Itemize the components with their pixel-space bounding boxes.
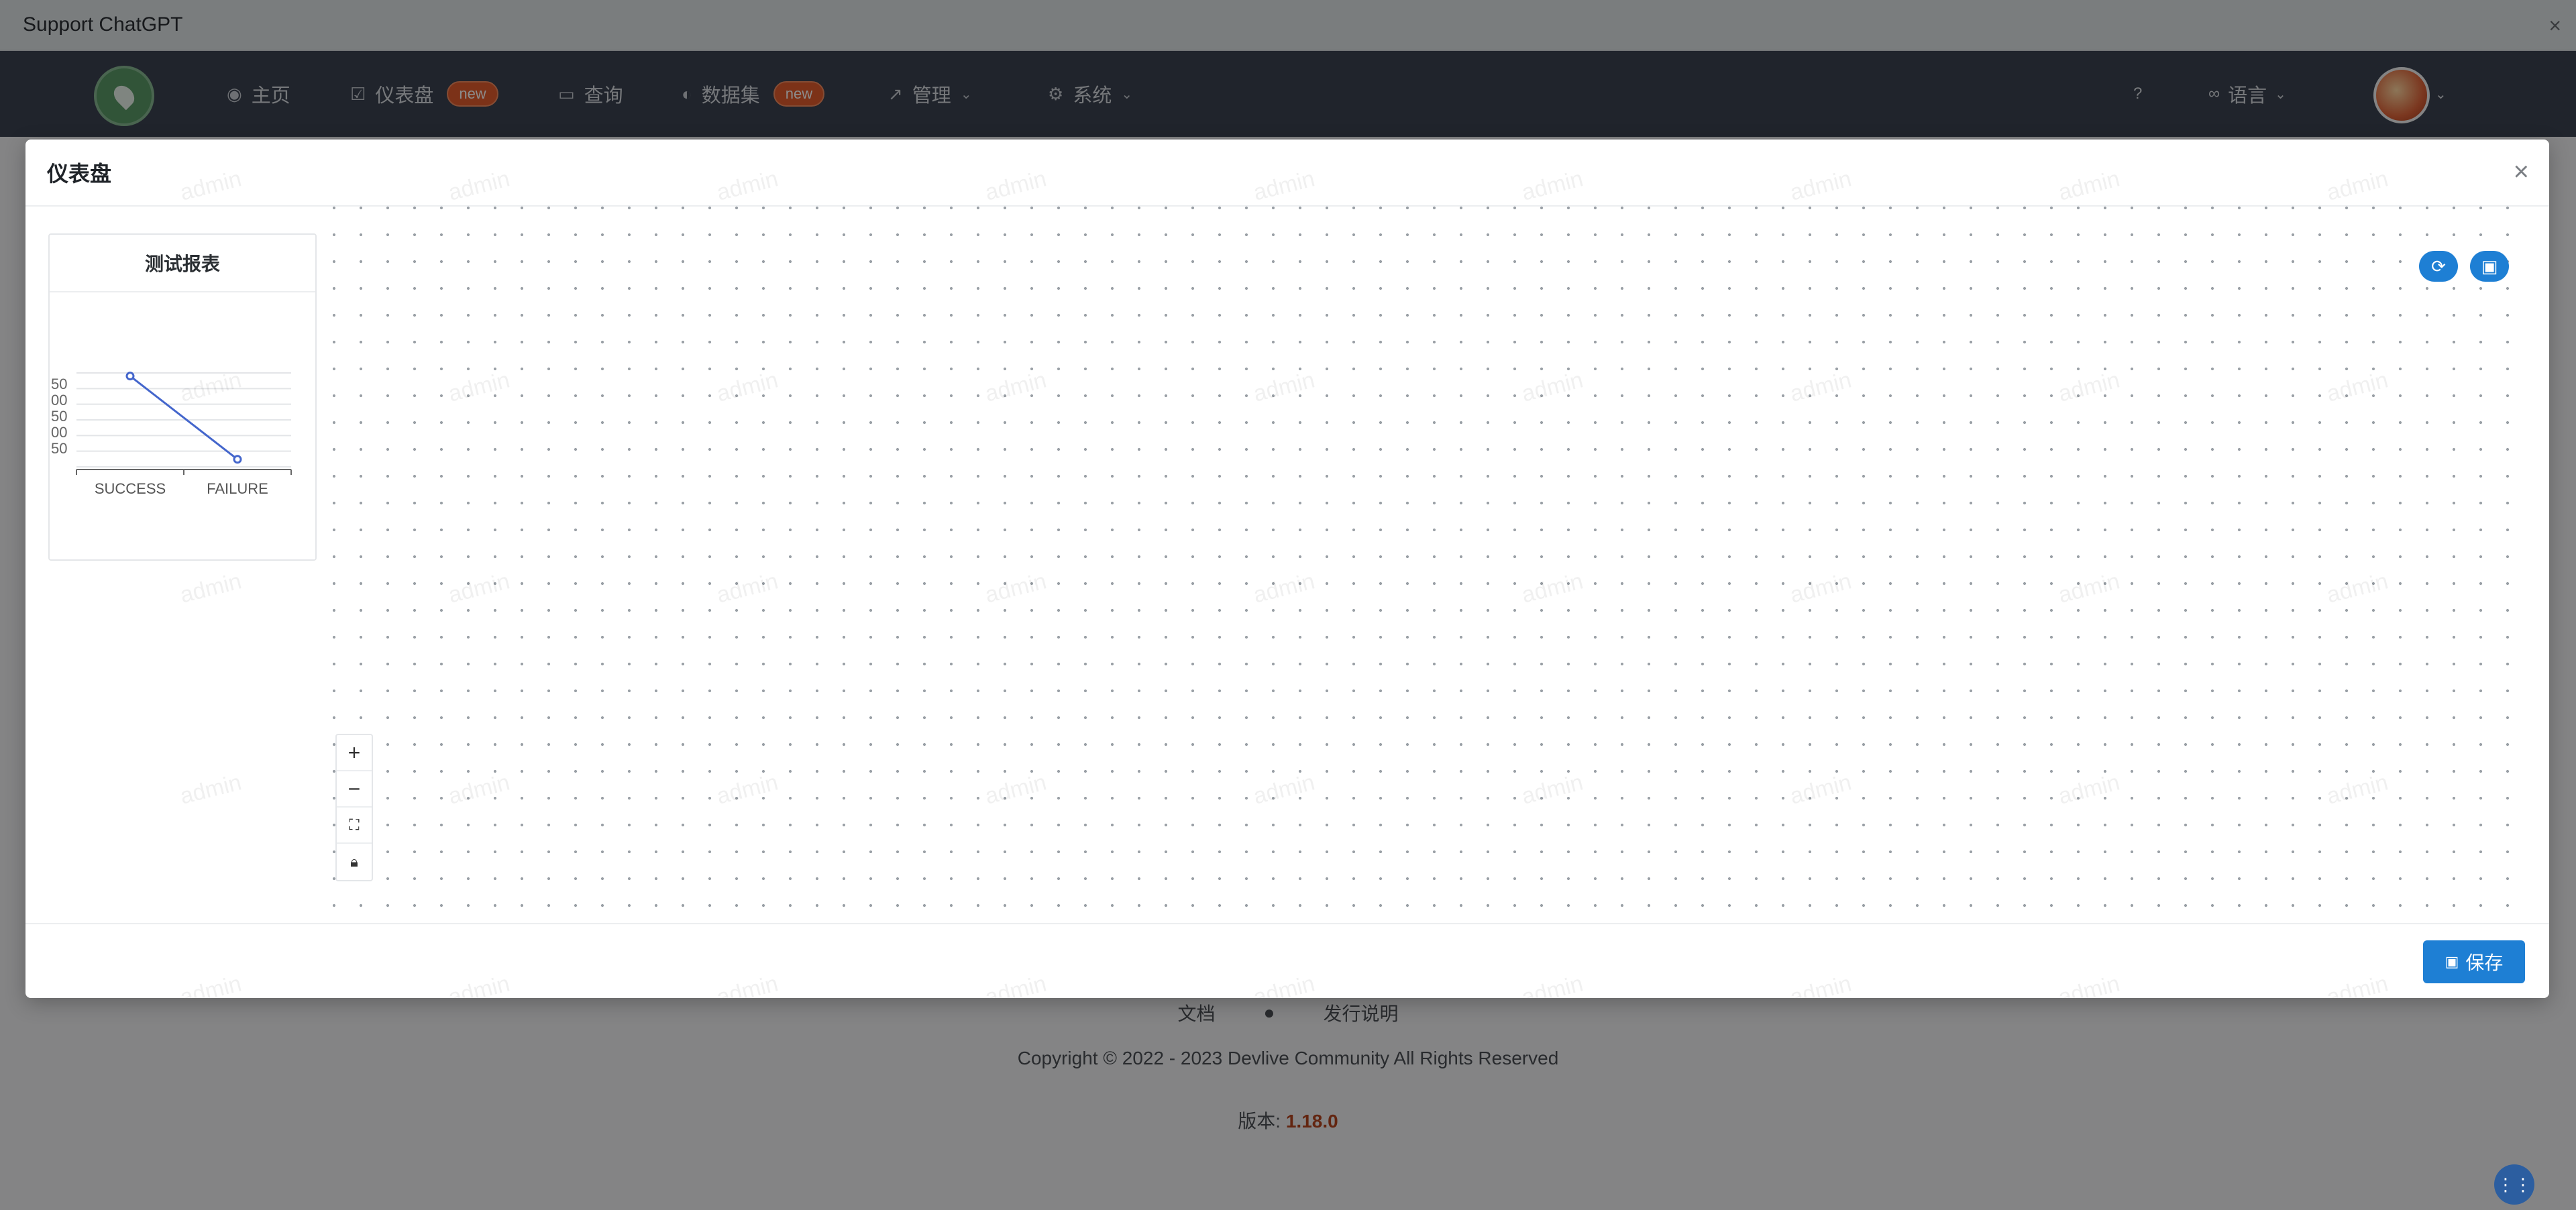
refresh-button[interactable]: ⟳ <box>2419 251 2458 282</box>
modal-footer: ▣ 保存 <box>25 923 2549 998</box>
data-point <box>125 372 135 381</box>
widget-title: 测试报表 <box>50 235 315 292</box>
save-button[interactable]: ▣ 保存 <box>2423 940 2525 983</box>
modal-title: 仪表盘 <box>47 162 112 186</box>
zoom-in-button[interactable]: + <box>337 735 372 771</box>
save-label: 保存 <box>2465 952 2504 973</box>
y-tick-label: 50 <box>51 408 67 425</box>
floppy-icon: ▣ <box>2445 953 2459 970</box>
fit-view-button[interactable]: ⛶ <box>337 808 372 844</box>
x-tick-label: FAILURE <box>207 480 268 494</box>
lock-icon: 🔒︎ <box>350 853 358 870</box>
y-tick-label: 50 <box>51 440 67 457</box>
x-tick-label: SUCCESS <box>95 480 166 494</box>
y-tick-label: 00 <box>51 392 67 408</box>
save-layout-button[interactable]: ▣ <box>2470 251 2509 282</box>
close-icon[interactable]: × <box>2514 158 2529 185</box>
dashboard-grid-canvas[interactable] <box>314 207 2528 923</box>
plus-icon: + <box>347 740 361 765</box>
refresh-icon: ⟳ <box>2431 256 2446 276</box>
y-tick-label: 00 <box>51 424 67 441</box>
grid-icon: ⋮⋮ <box>2497 1174 2532 1195</box>
lock-button[interactable]: 🔒︎ <box>337 844 372 880</box>
zoom-controls: + − ⛶ 🔒︎ <box>335 734 373 881</box>
grid-menu-button[interactable]: ⋮⋮ <box>2494 1164 2534 1205</box>
modal-header: 仪表盘 × <box>25 140 2549 207</box>
watermark-text: admin <box>177 769 244 810</box>
fullscreen-icon: ⛶ <box>349 816 360 833</box>
line-chart: 5000500050SUCCESS FAILURE <box>51 372 292 494</box>
data-point <box>233 455 242 464</box>
watermark-text: admin <box>177 568 244 608</box>
canvas-toolbar: ⟳ ▣ <box>2419 251 2509 282</box>
zoom-out-button[interactable]: − <box>337 771 372 808</box>
dashboard-modal: 仪表盘 × 测试报表 50 00 50 00 50 SUCCESS FAILURE ⟳ ▣ … <box>25 140 2549 998</box>
y-tick-label: 50 <box>51 376 67 392</box>
minus-icon: − <box>347 776 361 801</box>
chart-widget[interactable]: 测试报表 50 00 50 00 50 SUCCESS FAILURE <box>48 233 317 561</box>
floppy-icon: ▣ <box>2481 256 2498 276</box>
